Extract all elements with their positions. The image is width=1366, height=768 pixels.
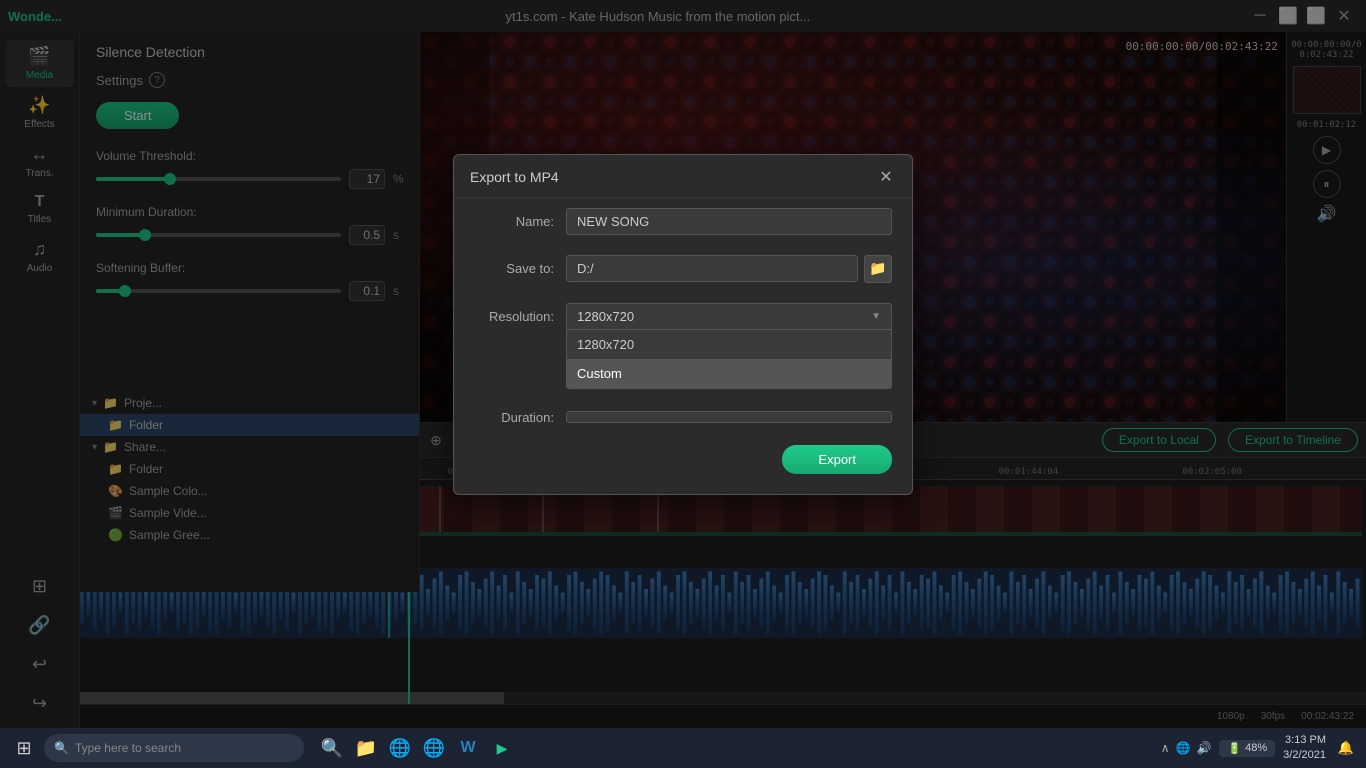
clock-display[interactable]: 3:13 PM 3/2/2021 <box>1283 733 1326 764</box>
folder-row: D:/ 📁 <box>566 255 892 283</box>
dropdown-arrow-icon: ▼ <box>871 311 881 322</box>
notification-icon: 🔔 <box>1338 740 1354 756</box>
name-label: Name: <box>474 214 554 229</box>
taskbar-app-chrome[interactable]: 🌐 <box>384 732 416 764</box>
system-tray-icons: ∧ 🌐 🔊 <box>1161 741 1212 755</box>
windows-logo-icon: ⊞ <box>16 738 31 759</box>
battery-icon: 🔋 <box>1227 742 1241 755</box>
taskbar-search[interactable]: 🔍 Type here to search <box>44 734 304 762</box>
duration-display <box>566 411 892 423</box>
dialog-title: Export to MP4 <box>470 169 559 185</box>
search-placeholder: Type here to search <box>75 741 181 755</box>
explorer-icon: 📁 <box>355 738 377 759</box>
taskbar-right: ∧ 🌐 🔊 🔋 48% 3:13 PM 3/2/2021 🔔 <box>1161 733 1358 764</box>
taskbar: ⊞ 🔍 Type here to search 🔍 📁 🌐 🌐 W ▶ ∧ 🌐 … <box>0 728 1366 768</box>
folder-browse-icon: 📁 <box>869 260 886 277</box>
taskbar-app-explorer[interactable]: 📁 <box>350 732 382 764</box>
modal-overlay: Export to MP4 ✕ Name: Save to: D:/ 📁 Res… <box>0 0 1366 728</box>
resolution-label: Resolution: <box>474 309 554 324</box>
network-icon[interactable]: 🌐 <box>1176 741 1191 755</box>
battery-percent: 48% <box>1245 742 1267 754</box>
dropdown-option-1280[interactable]: 1280x720 <box>567 330 891 359</box>
save-to-label: Save to: <box>474 261 554 276</box>
resolution-dropdown-list: 1280x720 Custom <box>566 329 892 389</box>
chrome2-icon: 🌐 <box>423 738 445 759</box>
notification-button[interactable]: 🔔 <box>1334 736 1358 760</box>
clock-time: 3:13 PM <box>1283 733 1326 748</box>
name-row: Name: <box>454 198 912 245</box>
clock-date: 3/2/2021 <box>1283 748 1326 763</box>
resolution-value: 1280x720 <box>577 309 634 324</box>
dialog-close-button[interactable]: ✕ <box>876 167 896 187</box>
filmora-icon: ▶ <box>497 740 508 757</box>
dropdown-option-custom[interactable]: Custom <box>567 359 891 388</box>
dialog-footer: Export <box>454 435 912 478</box>
taskbar-app-chrome2[interactable]: 🌐 <box>418 732 450 764</box>
resolution-row: Resolution: 1280x720 ▼ 1280x720 Custom <box>454 293 912 340</box>
taskbar-app-search[interactable]: 🔍 <box>316 732 348 764</box>
search-icon: 🔍 <box>54 741 69 755</box>
duration-label: Duration: <box>474 410 554 425</box>
caret-icon[interactable]: ∧ <box>1161 741 1170 755</box>
taskbar-app-filmora[interactable]: ▶ <box>486 732 518 764</box>
resolution-dropdown-btn[interactable]: 1280x720 ▼ <box>566 303 892 330</box>
chrome-icon: 🌐 <box>389 738 411 759</box>
taskbar-app-word[interactable]: W <box>452 732 484 764</box>
cortana-icon: 🔍 <box>321 738 343 759</box>
export-dialog: Export to MP4 ✕ Name: Save to: D:/ 📁 Res… <box>453 154 913 495</box>
volume-icon[interactable]: 🔊 <box>1196 741 1211 755</box>
resolution-dropdown[interactable]: 1280x720 ▼ 1280x720 Custom <box>566 303 892 330</box>
word-icon: W <box>460 739 475 757</box>
start-button[interactable]: ⊞ <box>8 732 40 764</box>
dialog-header: Export to MP4 ✕ <box>454 155 912 198</box>
folder-path: D:/ <box>566 255 858 282</box>
save-to-row: Save to: D:/ 📁 <box>454 245 912 293</box>
export-button[interactable]: Export <box>782 445 892 474</box>
name-input[interactable] <box>566 208 892 235</box>
browse-button[interactable]: 📁 <box>864 255 892 283</box>
battery-display: 🔋 48% <box>1219 740 1275 757</box>
duration-row: Duration: <box>454 400 912 435</box>
taskbar-apps: 🔍 📁 🌐 🌐 W ▶ <box>316 732 518 764</box>
